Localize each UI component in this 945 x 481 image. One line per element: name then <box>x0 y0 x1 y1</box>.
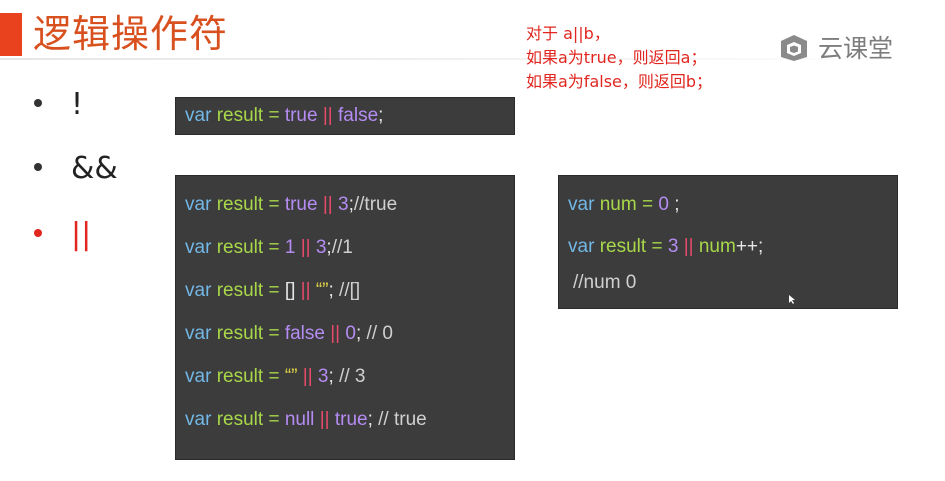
page-title: 逻辑操作符 <box>33 12 229 56</box>
code-keyword: var <box>185 194 212 215</box>
code-operator: = <box>268 280 280 301</box>
code-keyword: var <box>185 105 212 126</box>
code-line: var result = [] || “”; //[] <box>185 280 360 302</box>
logo-text: 云课堂 <box>818 34 894 63</box>
code-identifier: result <box>216 237 264 258</box>
title-accent-bar <box>0 13 22 56</box>
bullet-dot <box>34 229 42 237</box>
code-line: var result = “” || 3; // 3 <box>185 366 365 388</box>
code-line: var result = true || 3;//true <box>185 194 397 216</box>
code-keyword: var <box>185 237 212 258</box>
code-line: var result = 1 || 3;//1 <box>185 237 353 259</box>
code-value: “” <box>315 280 329 301</box>
note-line: 如果a为false，则返回b； <box>526 72 713 91</box>
code-or-operator: || <box>683 236 694 257</box>
code-value: 3 <box>315 237 327 258</box>
mouse-cursor-icon <box>789 295 795 304</box>
code-operator: = <box>268 194 280 215</box>
list-item-label: || <box>71 217 92 252</box>
code-punctuation: ; <box>674 194 680 215</box>
code-value: false <box>284 323 325 344</box>
code-keyword: var <box>185 366 212 387</box>
code-value: true <box>284 194 318 215</box>
code-or-operator: || <box>302 366 313 387</box>
code-block-2: var result = true || 3;//true var result… <box>175 175 515 460</box>
code-operator: = <box>268 105 280 126</box>
code-value: “” <box>284 366 298 387</box>
code-value: true <box>284 105 318 126</box>
code-identifier: result <box>216 105 264 126</box>
bullet-dot <box>34 99 42 107</box>
code-punctuation: ; <box>378 105 384 126</box>
list-item-label: ! <box>71 87 84 122</box>
code-value: false <box>338 105 379 126</box>
code-or-operator: || <box>319 409 330 430</box>
list-item: && <box>34 150 194 200</box>
code-line: var result = 3 || num++; <box>568 236 763 258</box>
logo: 云课堂 <box>778 29 893 65</box>
code-identifier: result <box>216 366 264 387</box>
code-value: null <box>284 409 315 430</box>
code-comment: //1 <box>331 237 353 258</box>
code-punctuation: ; <box>328 280 334 301</box>
code-comment: // true <box>378 409 427 430</box>
code-or-operator: || <box>330 323 341 344</box>
code-line: var result = null || true; // true <box>185 409 427 431</box>
code-line: var num = 0 ; <box>568 194 679 216</box>
code-identifier: result <box>216 194 264 215</box>
cloud-classroom-logo-icon <box>781 35 807 61</box>
code-value: 3 <box>667 236 679 257</box>
code-comment: // 3 <box>339 366 366 387</box>
code-identifier: result <box>216 409 264 430</box>
code-line: var result = false || 0; // 0 <box>185 323 393 345</box>
code-keyword: var <box>185 409 212 430</box>
list-item-label: && <box>71 151 118 186</box>
code-line: var result = true || false; <box>185 105 383 127</box>
code-operator: = <box>268 409 280 430</box>
note-box: 对于 a||b， 如果a为true，则返回a； 如果a为false，则返回b； <box>526 22 712 94</box>
code-or-operator: || <box>322 194 333 215</box>
code-comment: //true <box>353 194 398 215</box>
code-keyword: var <box>185 323 212 344</box>
code-value: 1 <box>284 237 296 258</box>
code-punctuation: ; <box>328 366 334 387</box>
code-operator: = <box>268 323 280 344</box>
code-keyword: var <box>568 194 595 215</box>
code-identifier: num <box>698 236 736 257</box>
code-or-operator: || <box>322 105 333 126</box>
code-keyword: var <box>568 236 595 257</box>
code-punctuation: ; <box>367 409 373 430</box>
code-identifier: result <box>216 323 264 344</box>
code-punctuation: ; <box>355 323 362 344</box>
code-identifier: result <box>599 236 647 257</box>
code-or-operator: || <box>300 237 311 258</box>
code-operator: = <box>268 366 280 387</box>
code-punctuation: ; <box>758 236 764 257</box>
code-value: 0 <box>658 194 669 215</box>
note-line: 对于 a||b， <box>526 24 610 43</box>
code-identifier: num <box>599 194 637 215</box>
code-keyword: var <box>185 280 212 301</box>
code-value: 0 <box>345 323 356 344</box>
code-value: 3 <box>338 194 349 215</box>
code-operator: = <box>268 237 280 258</box>
code-comment: //num 0 <box>573 272 637 293</box>
code-comment: // 0 <box>366 323 393 344</box>
code-block-1: var result = true || false; <box>175 97 515 135</box>
list-item-active: || <box>34 216 194 266</box>
code-or-operator: || <box>300 280 311 301</box>
code-identifier: result <box>216 280 264 301</box>
note-line: 如果a为true，则返回a； <box>526 48 707 67</box>
bullet-dot <box>34 163 42 171</box>
code-comment: //[] <box>339 280 361 301</box>
list-item: ! <box>34 86 194 136</box>
code-value: true <box>334 409 368 430</box>
code-line: //num 0 <box>573 272 636 294</box>
code-value: [] <box>284 280 296 301</box>
code-operator: = <box>641 194 654 215</box>
code-block-3: var num = 0 ; var result = 3 || num++; /… <box>558 175 898 309</box>
code-operator: = <box>651 236 663 257</box>
code-operator: ++ <box>735 236 759 257</box>
code-value: 3 <box>317 366 329 387</box>
